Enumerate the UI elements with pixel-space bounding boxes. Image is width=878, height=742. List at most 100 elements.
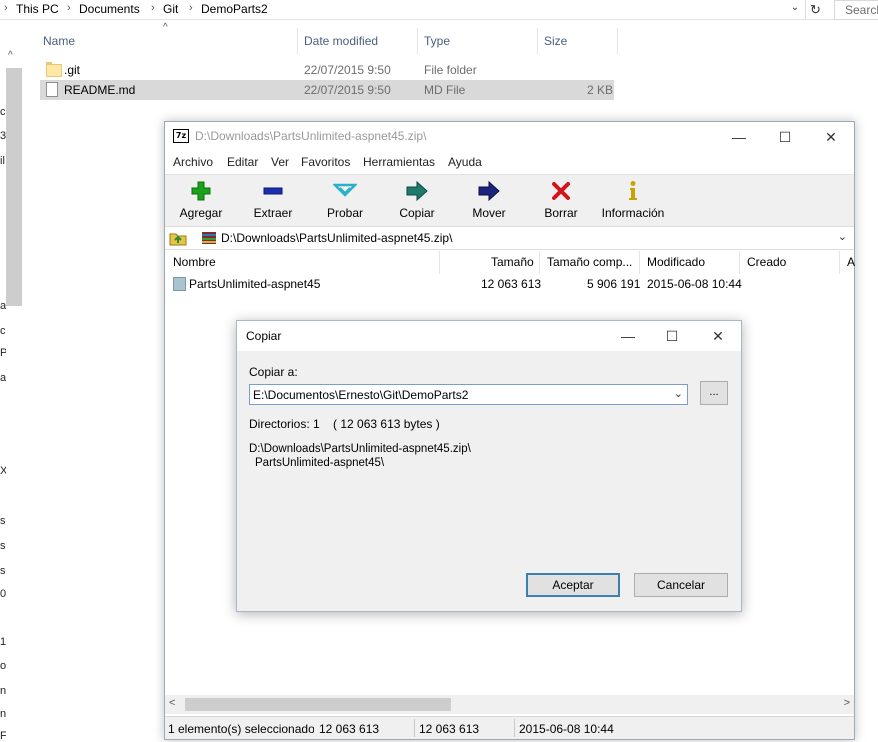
test-button[interactable]: Probar xyxy=(317,175,373,227)
scroll-left-icon[interactable]: < xyxy=(169,697,175,709)
column-date-modified[interactable]: Date modified xyxy=(304,34,378,48)
column-tamano-comp[interactable]: Tamaño comp... xyxy=(547,255,632,269)
navigation-item-fragment[interactable]: il xyxy=(0,155,6,167)
menu-archivo[interactable]: Archivo xyxy=(173,155,213,169)
close-icon[interactable]: ✕ xyxy=(808,126,854,148)
navigation-item-fragment[interactable]: s xyxy=(0,565,6,577)
navigation-item-fragment[interactable]: F xyxy=(0,730,6,742)
destination-value: E:\Documentos\Ernesto\Git\DemoParts2 xyxy=(253,388,469,402)
path-text: D:\Downloads\PartsUnlimited-aspnet45.zip… xyxy=(221,231,453,245)
extract-button[interactable]: Extraer xyxy=(245,175,301,227)
title-bar[interactable]: 7z D:\Downloads\PartsUnlimited-aspnet45.… xyxy=(165,122,854,152)
column-creado[interactable]: Creado xyxy=(747,255,786,269)
delete-button[interactable]: Borrar xyxy=(533,175,589,227)
column-divider[interactable] xyxy=(417,28,418,54)
menu-editar[interactable]: Editar xyxy=(227,155,258,169)
file-name: README.md xyxy=(64,83,136,97)
minimize-icon[interactable]: — xyxy=(716,126,762,148)
column-tamano[interactable]: Tamaño xyxy=(491,255,534,269)
path-combobox[interactable]: D:\Downloads\PartsUnlimited-aspnet45.zip… xyxy=(197,229,851,248)
column-type[interactable]: Type xyxy=(424,34,450,48)
status-divider xyxy=(414,719,415,737)
info-button[interactable]: Información xyxy=(597,175,669,227)
menu-ayuda[interactable]: Ayuda xyxy=(448,155,482,169)
column-divider[interactable] xyxy=(617,28,618,54)
breadcrumb-git[interactable]: Git xyxy=(163,2,178,16)
menu-ver[interactable]: Ver xyxy=(271,155,289,169)
cancel-button[interactable]: Cancelar xyxy=(634,573,728,597)
column-size[interactable]: Size xyxy=(544,34,567,48)
file-date: 22/07/2015 9:50 xyxy=(304,83,391,97)
scroll-right-icon[interactable]: > xyxy=(844,697,850,709)
navigation-item-fragment[interactable]: c xyxy=(0,106,6,118)
list-item[interactable]: PartsUnlimited-aspnet45 12 063 613 5 906… xyxy=(165,274,854,294)
address-bar[interactable]: › This PC › Documents › Git › DemoParts2… xyxy=(0,0,878,20)
navigation-item-fragment[interactable]: c xyxy=(0,325,6,337)
breadcrumb-this-pc[interactable]: This PC xyxy=(16,2,59,16)
breadcrumb-documents[interactable]: Documents xyxy=(79,2,140,16)
refresh-icon[interactable]: ↻ xyxy=(805,0,825,20)
column-nombre[interactable]: Nombre xyxy=(173,255,216,269)
search-input[interactable]: Search xyxy=(834,0,878,20)
path-bar: D:\Downloads\PartsUnlimited-aspnet45.zip… xyxy=(165,226,854,250)
horizontal-scrollbar[interactable]: < > xyxy=(165,695,854,714)
minimize-icon[interactable]: — xyxy=(605,325,651,347)
chevron-down-icon[interactable]: ⌄ xyxy=(838,230,847,243)
destination-combobox[interactable]: E:\Documentos\Ernesto\Git\DemoParts2 ⌄ xyxy=(249,384,688,405)
maximize-icon[interactable]: ☐ xyxy=(762,126,808,148)
navigation-item-fragment[interactable]: s xyxy=(0,515,6,527)
status-divider xyxy=(514,719,515,737)
directory-count: Directorios: 1 ( 12 063 613 bytes ) xyxy=(249,417,440,431)
item-packed-size: 5 906 191 xyxy=(587,277,641,291)
navigation-item-fragment[interactable]: 3 xyxy=(0,130,6,142)
copy-button[interactable]: Copiar xyxy=(389,175,445,227)
chevron-up-icon[interactable]: ^ xyxy=(8,50,13,61)
navigation-item-fragment[interactable]: a xyxy=(0,372,6,384)
navigation-item-fragment[interactable]: 1 xyxy=(0,636,6,648)
navigation-item-fragment[interactable]: n xyxy=(0,708,6,720)
add-button[interactable]: Agregar xyxy=(173,175,229,227)
column-divider[interactable] xyxy=(739,251,740,274)
folder-icon xyxy=(46,62,62,77)
column-name[interactable]: Name xyxy=(43,34,75,48)
navigation-scrollbar[interactable] xyxy=(6,68,22,306)
chevron-right-icon: › xyxy=(4,2,8,14)
navigation-item-fragment[interactable]: X xyxy=(0,465,6,477)
move-button[interactable]: Mover xyxy=(461,175,517,227)
column-extra[interactable]: A xyxy=(847,255,855,269)
item-size: 12 063 613 xyxy=(481,277,542,291)
scrollbar-thumb[interactable] xyxy=(185,698,451,711)
extract-icon xyxy=(263,187,283,195)
column-divider[interactable] xyxy=(439,251,440,274)
accept-button[interactable]: Aceptar xyxy=(526,573,620,597)
test-label: Probar xyxy=(326,206,364,220)
column-divider[interactable] xyxy=(639,251,640,274)
close-icon[interactable]: ✕ xyxy=(695,325,741,347)
column-modificado[interactable]: Modificado xyxy=(647,255,705,269)
column-divider[interactable] xyxy=(539,251,540,274)
folder-up-icon[interactable] xyxy=(169,230,187,246)
chevron-down-icon[interactable]: ⌄ xyxy=(788,2,802,18)
navigation-item-fragment[interactable]: o xyxy=(0,660,6,672)
menu-herramientas[interactable]: Herramientas xyxy=(363,155,435,169)
navigation-item-fragment[interactable]: n xyxy=(0,685,6,697)
file-size: 2 KB xyxy=(587,83,614,97)
navigation-item-fragment[interactable]: a xyxy=(0,300,6,312)
file-row-git[interactable]: .git 22/07/2015 9:50 File folder xyxy=(40,60,614,80)
file-type: File folder xyxy=(424,63,477,77)
chevron-right-icon: › xyxy=(151,2,155,14)
column-divider[interactable] xyxy=(297,28,298,54)
copy-label: Copiar xyxy=(399,206,435,220)
navigation-item-fragment[interactable]: s xyxy=(0,540,6,552)
breadcrumb-demoparts2[interactable]: DemoParts2 xyxy=(201,2,268,16)
navigation-item-fragment[interactable]: Pi xyxy=(0,347,6,359)
column-divider[interactable] xyxy=(839,251,840,274)
file-row-readme[interactable]: README.md 22/07/2015 9:50 MD File 2 KB xyxy=(40,80,614,100)
browse-button[interactable]: ... xyxy=(700,381,728,405)
dialog-title-bar[interactable]: Copiar — ☐ ✕ xyxy=(237,321,741,351)
chevron-down-icon[interactable]: ⌄ xyxy=(674,387,683,400)
navigation-item-fragment[interactable]: 0 xyxy=(0,588,6,600)
maximize-icon[interactable]: ☐ xyxy=(649,325,695,347)
column-divider[interactable] xyxy=(537,28,538,54)
menu-favoritos[interactable]: Favoritos xyxy=(301,155,350,169)
